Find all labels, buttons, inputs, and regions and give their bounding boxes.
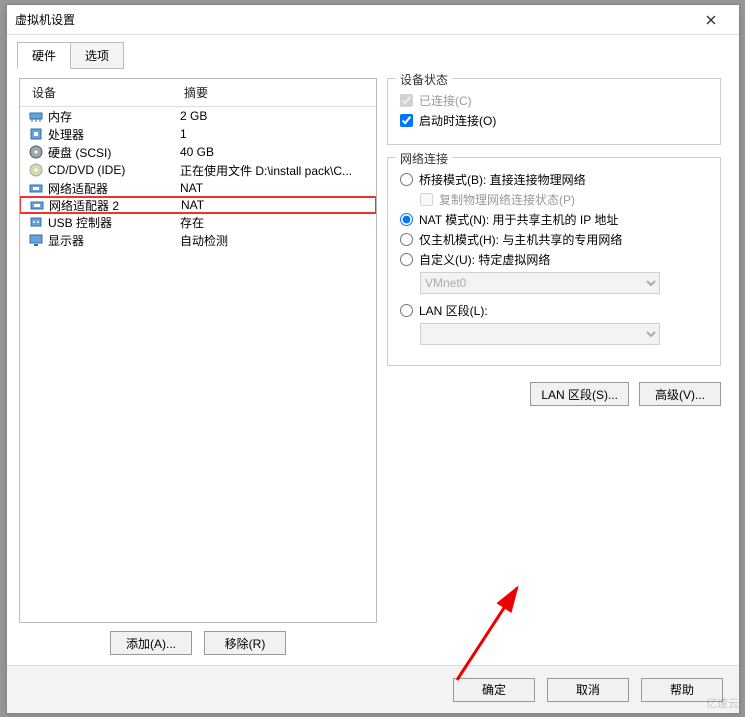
device-name: 硬盘 (SCSI) [48, 144, 180, 161]
device-summary: 2 GB [180, 109, 376, 123]
device-summary: 自动检测 [180, 232, 376, 249]
device-row[interactable]: 处理器1 [20, 125, 376, 143]
rad-bridged-label: 桥接模式(B): 直接连接物理网络 [419, 171, 586, 188]
close-button[interactable] [691, 6, 731, 34]
rad-nat[interactable]: NAT 模式(N): 用于共享主机的 IP 地址 [400, 211, 708, 228]
rad-hostonly[interactable]: 仅主机模式(H): 与主机共享的专用网络 [400, 231, 708, 248]
left-pane: 设备 摘要 内存2 GB处理器1硬盘 (SCSI)40 GBCD/DVD (ID… [19, 78, 377, 655]
memory-icon [28, 108, 44, 124]
device-name: 网络适配器 [48, 180, 180, 197]
rad-lan-segment[interactable]: LAN 区段(L): [400, 302, 708, 319]
rad-bridged-input[interactable] [400, 173, 413, 186]
rad-bridged[interactable]: 桥接模式(B): 直接连接物理网络 [400, 171, 708, 188]
device-name: CD/DVD (IDE) [48, 163, 180, 177]
device-status-group: 设备状态 已连接(C) 启动时连接(O) [387, 78, 721, 145]
disk-icon [28, 144, 44, 160]
device-row[interactable]: 网络适配器 2NAT [19, 196, 377, 214]
rad-hostonly-label: 仅主机模式(H): 与主机共享的专用网络 [419, 231, 622, 248]
left-button-row: 添加(A)... 移除(R) [19, 623, 377, 655]
device-summary: 正在使用文件 D:\install pack\C... [180, 162, 376, 179]
device-name: 内存 [48, 108, 180, 125]
window-title: 虚拟机设置 [15, 11, 691, 28]
advanced-button[interactable]: 高级(V)... [639, 382, 721, 406]
device-name: 显示器 [48, 232, 180, 249]
header-device: 设备 [20, 79, 176, 106]
add-button[interactable]: 添加(A)... [110, 631, 192, 655]
header-summary: 摘要 [176, 79, 376, 106]
dialog-window: 虚拟机设置 硬件 选项 设备 摘要 内存2 GB处理器1硬盘 (SCSI)40 … [6, 4, 740, 714]
chk-replicate-label: 复制物理网络连接状态(P) [439, 191, 575, 208]
chk-connect-on-power-box[interactable] [400, 114, 413, 127]
usb-icon [28, 214, 44, 230]
cancel-button[interactable]: 取消 [547, 678, 629, 702]
status-legend: 设备状态 [396, 71, 452, 88]
cd-icon [28, 162, 44, 178]
rad-lan-segment-label: LAN 区段(L): [419, 302, 488, 319]
right-pane: 设备状态 已连接(C) 启动时连接(O) 网络连接 桥接模式(B): 直接连接物… [387, 78, 727, 655]
device-row[interactable]: USB 控制器存在 [20, 213, 376, 231]
tab-options[interactable]: 选项 [71, 42, 124, 69]
netconn-legend: 网络连接 [396, 150, 452, 167]
chk-connected-box [400, 94, 413, 107]
tab-strip: 硬件 选项 [7, 35, 739, 68]
titlebar: 虚拟机设置 [7, 5, 739, 35]
lan-segment-select [420, 323, 660, 345]
chk-replicate-box [420, 193, 433, 206]
device-name: 网络适配器 2 [49, 197, 181, 214]
net-icon [28, 180, 44, 196]
custom-vmnet-select: VMnet0 [420, 272, 660, 294]
device-row[interactable]: CD/DVD (IDE)正在使用文件 D:\install pack\C... [20, 161, 376, 179]
device-row[interactable]: 显示器自动检测 [20, 231, 376, 249]
device-summary: 存在 [180, 214, 376, 231]
device-summary: 1 [180, 127, 376, 141]
bottom-button-bar: 确定 取消 帮助 [7, 665, 739, 713]
device-summary: NAT [180, 181, 376, 195]
rad-custom-label: 自定义(U): 特定虚拟网络 [419, 251, 550, 268]
chk-connected-label: 已连接(C) [419, 92, 472, 109]
close-icon [706, 15, 716, 25]
tab-panel: 设备 摘要 内存2 GB处理器1硬盘 (SCSI)40 GBCD/DVD (ID… [17, 68, 729, 665]
rad-hostonly-input[interactable] [400, 233, 413, 246]
device-row[interactable]: 网络适配器NAT [20, 179, 376, 197]
device-list: 设备 摘要 内存2 GB处理器1硬盘 (SCSI)40 GBCD/DVD (ID… [19, 78, 377, 623]
remove-button[interactable]: 移除(R) [204, 631, 286, 655]
chk-connect-on-power-label: 启动时连接(O) [419, 112, 496, 129]
network-connection-group: 网络连接 桥接模式(B): 直接连接物理网络 复制物理网络连接状态(P) NAT… [387, 157, 721, 366]
right-button-row: LAN 区段(S)... 高级(V)... [387, 378, 721, 410]
device-summary: NAT [181, 198, 375, 212]
rad-lan-segment-input[interactable] [400, 304, 413, 317]
display-icon [28, 232, 44, 248]
rad-custom[interactable]: 自定义(U): 特定虚拟网络 [400, 251, 708, 268]
chk-connect-on-power[interactable]: 启动时连接(O) [400, 112, 708, 129]
chk-connected: 已连接(C) [400, 92, 708, 109]
device-name: USB 控制器 [48, 214, 180, 231]
ok-button[interactable]: 确定 [453, 678, 535, 702]
device-row[interactable]: 内存2 GB [20, 107, 376, 125]
net-icon [29, 197, 45, 213]
device-name: 处理器 [48, 126, 180, 143]
chk-replicate: 复制物理网络连接状态(P) [420, 191, 708, 208]
rad-custom-input[interactable] [400, 253, 413, 266]
rad-nat-input[interactable] [400, 213, 413, 226]
device-row[interactable]: 硬盘 (SCSI)40 GB [20, 143, 376, 161]
tab-hardware[interactable]: 硬件 [17, 42, 71, 69]
lan-segments-button[interactable]: LAN 区段(S)... [530, 382, 629, 406]
watermark: 亿速云 [706, 695, 739, 711]
device-summary: 40 GB [180, 145, 376, 159]
cpu-icon [28, 126, 44, 142]
list-header: 设备 摘要 [20, 79, 376, 107]
rad-nat-label: NAT 模式(N): 用于共享主机的 IP 地址 [419, 211, 618, 228]
